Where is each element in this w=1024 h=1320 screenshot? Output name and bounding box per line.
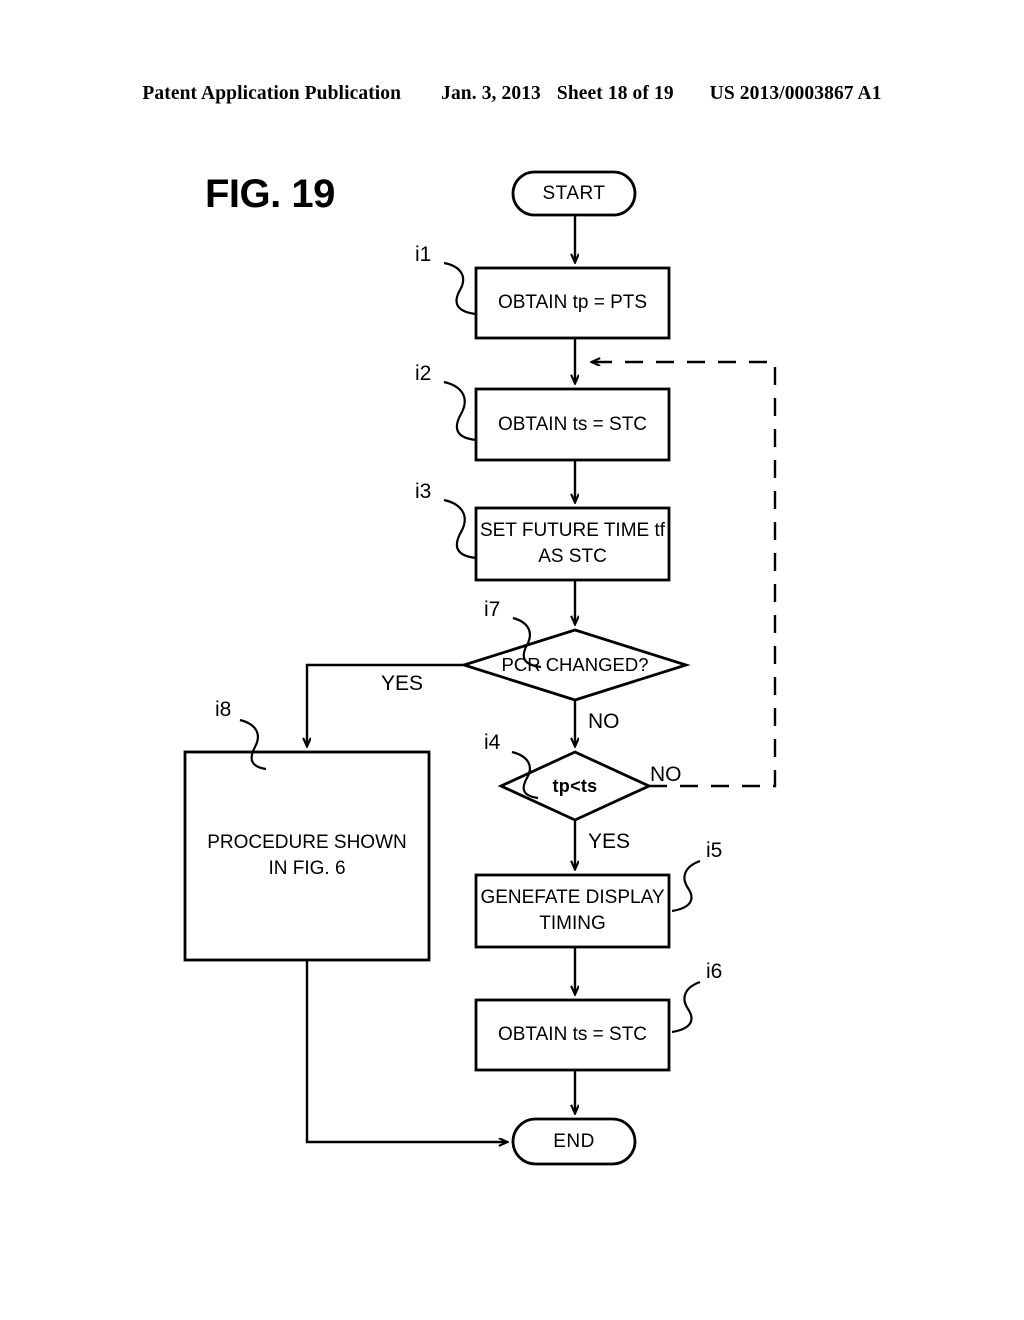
node-i7-shape bbox=[459, 628, 691, 702]
branch-label-tpts-yes: YES bbox=[588, 830, 631, 853]
ref-label-i2: i2 bbox=[415, 362, 432, 385]
ref-label-i3: i3 bbox=[415, 480, 432, 503]
leader-i1 bbox=[443, 261, 477, 316]
leader-i6 bbox=[671, 980, 701, 1034]
node-end-shape bbox=[511, 1117, 637, 1166]
node-i5-shape bbox=[474, 873, 671, 949]
ref-label-i6: i6 bbox=[706, 960, 723, 983]
branch-label-pcr-no: NO bbox=[588, 710, 620, 733]
node-i6-shape bbox=[474, 998, 671, 1072]
branch-label-pcr-yes: YES bbox=[381, 672, 424, 695]
ref-label-i8: i8 bbox=[215, 698, 232, 721]
ref-label-i5: i5 bbox=[706, 839, 723, 862]
leader-i2 bbox=[443, 380, 477, 442]
node-i2-shape bbox=[474, 387, 671, 462]
node-i1-shape bbox=[474, 266, 671, 340]
leader-i5 bbox=[671, 859, 701, 913]
ref-label-i1: i1 bbox=[415, 243, 432, 266]
node-start-shape bbox=[511, 170, 637, 217]
node-i3-shape bbox=[474, 506, 671, 582]
branch-label-tpts-no: NO bbox=[650, 763, 682, 786]
node-i8-shape bbox=[183, 750, 431, 962]
flowchart-canvas bbox=[183, 170, 777, 1166]
ref-label-i4: i4 bbox=[484, 731, 501, 754]
ref-label-i7: i7 bbox=[484, 598, 501, 621]
leader-i3 bbox=[443, 498, 477, 560]
